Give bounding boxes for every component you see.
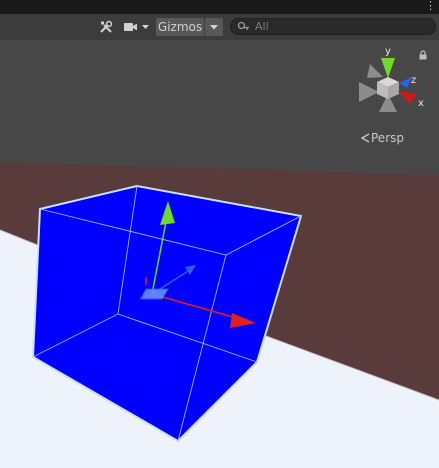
projection-label: Persp xyxy=(371,131,404,145)
lock-icon[interactable] xyxy=(418,50,428,60)
wrench-screwdriver-icon[interactable] xyxy=(95,18,117,36)
chevron-left-icon xyxy=(360,133,370,143)
chevron-down-icon xyxy=(210,25,218,30)
y-axis-label: y xyxy=(385,46,391,57)
y-axis-cone xyxy=(381,58,395,78)
neg-z-cone xyxy=(367,64,383,78)
chevron-down-icon xyxy=(142,25,149,29)
camera-visibility-button[interactable] xyxy=(121,18,153,36)
video-camera-icon xyxy=(124,23,137,31)
x-axis-label: x xyxy=(418,98,424,109)
gizmos-label: Gizmos xyxy=(157,20,203,34)
search-input[interactable] xyxy=(251,20,429,33)
gizmos-dropdown-button[interactable] xyxy=(205,18,223,36)
search-field[interactable] xyxy=(230,18,436,35)
center-cube xyxy=(377,77,399,99)
kebab-menu-icon[interactable]: ⋮ xyxy=(425,0,436,14)
title-strip: ⋮ xyxy=(0,0,439,14)
neg-x-cone xyxy=(359,82,379,102)
search-icon xyxy=(237,21,249,30)
z-axis-label: z xyxy=(411,75,416,86)
gizmos-button[interactable]: Gizmos xyxy=(156,18,204,36)
x-axis-cone xyxy=(398,91,417,104)
scene-toolbar: Gizmos xyxy=(0,14,439,41)
projection-toggle[interactable]: Persp xyxy=(360,130,420,146)
